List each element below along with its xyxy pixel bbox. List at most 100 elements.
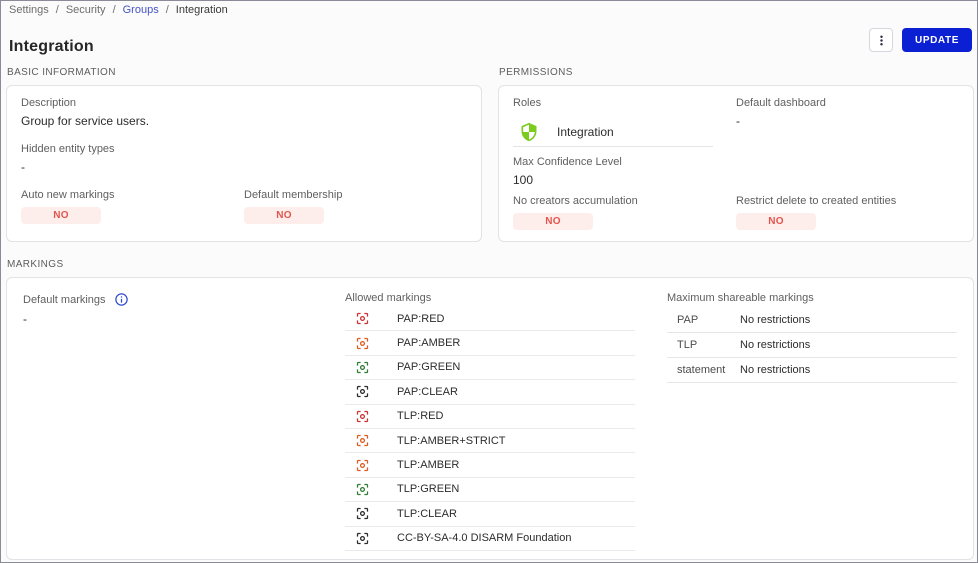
no-creators-accumulation-chip: NO (513, 213, 593, 230)
breadcrumb-settings[interactable]: Settings (9, 4, 49, 16)
max-confidence-field: Max Confidence Level 100 (513, 156, 736, 187)
update-button[interactable]: UPDATE (902, 28, 972, 52)
permissions-grid: Roles Integration Max Confidence Level 1… (513, 97, 959, 230)
default-markings-column: Default markings - (17, 288, 339, 551)
auto-new-markings-chip: NO (21, 207, 101, 224)
shareable-type: statement (667, 364, 740, 376)
page-title: Integration (9, 38, 94, 56)
marking-label: TLP:CLEAR (397, 508, 457, 520)
marking-label: PAP:AMBER (397, 337, 460, 349)
breadcrumb-separator: / (113, 4, 116, 16)
auto-new-markings-label: Auto new markings (21, 189, 244, 201)
description-field: Description Group for service users. (21, 97, 467, 128)
markings-card: Default markings - Allowed markings PAP:… (6, 277, 974, 560)
marking-icon (355, 433, 370, 448)
default-membership-label: Default membership (244, 189, 467, 201)
marking-row: PAP:CLEAR (345, 380, 635, 404)
groups-detail-page: { "breadcrumb": { "settings": "Settings"… (0, 0, 978, 563)
more-options-button[interactable] (869, 28, 893, 52)
marking-icon (355, 384, 370, 399)
allowed-markings-list: PAP:RED PAP:AMBER PAP:GREEN PAP:CLEAR TL… (345, 307, 635, 551)
shield-icon (519, 122, 539, 142)
marking-icon (355, 336, 370, 351)
marking-label: TLP:AMBER+STRICT (397, 435, 506, 447)
hidden-entity-types-value: - (21, 160, 467, 174)
hidden-entity-types-label: Hidden entity types (21, 143, 467, 155)
default-dashboard-label: Default dashboard (736, 97, 959, 109)
auto-new-markings-field: Auto new markings NO (21, 189, 244, 224)
max-confidence-value: 100 (513, 173, 736, 187)
shareable-row: TLP No restrictions (667, 333, 957, 358)
shareable-row: statement No restrictions (667, 358, 957, 383)
marking-label: PAP:CLEAR (397, 386, 458, 398)
marking-row: TLP:CLEAR (345, 502, 635, 526)
marking-row: PAP:AMBER (345, 331, 635, 355)
more-vert-icon (874, 33, 889, 48)
shareable-type: TLP (667, 339, 740, 351)
maximum-shareable-table: PAP No restrictions TLP No restrictions … (667, 308, 957, 383)
role-list-item[interactable]: Integration (513, 118, 713, 147)
marking-icon (355, 458, 370, 473)
marking-icon (355, 506, 370, 521)
marking-label: TLP:RED (397, 410, 443, 422)
marking-row: PAP:RED (345, 307, 635, 331)
markings-section: MARKINGS Default markings - Allowed mark… (6, 259, 974, 560)
default-markings-label: Default markings (23, 294, 106, 306)
default-markings-header: Default markings (23, 292, 333, 307)
marking-row: TLP:AMBER+STRICT (345, 429, 635, 453)
basic-information-card: Description Group for service users. Hid… (6, 85, 482, 242)
marking-icon (355, 482, 370, 497)
marking-label: TLP:GREEN (397, 483, 459, 495)
markings-title: MARKINGS (7, 259, 974, 270)
description-value: Group for service users. (21, 114, 467, 128)
role-name: Integration (557, 125, 614, 139)
basic-information-title: BASIC INFORMATION (7, 67, 482, 78)
no-creators-accumulation-label: No creators accumulation (513, 195, 736, 207)
roles-field: Roles Integration (513, 97, 736, 147)
permissions-right-column: Default dashboard - Restrict delete to c… (736, 97, 959, 230)
no-creators-accumulation-field: No creators accumulation NO (513, 195, 736, 230)
restrict-delete-chip: NO (736, 213, 816, 230)
breadcrumb-separator: / (56, 4, 59, 16)
allowed-markings-label: Allowed markings (345, 292, 655, 304)
marking-icon (355, 531, 370, 546)
default-markings-value: - (23, 312, 333, 326)
breadcrumb-groups-link[interactable]: Groups (123, 4, 159, 16)
default-dashboard-field: Default dashboard - (736, 97, 959, 128)
marking-label: TLP:AMBER (397, 459, 459, 471)
marking-icon (355, 311, 370, 326)
breadcrumb-current: Integration (176, 4, 228, 16)
basic-information-section: BASIC INFORMATION Description Group for … (6, 67, 482, 242)
permissions-left-column: Roles Integration Max Confidence Level 1… (513, 97, 736, 230)
permissions-section: PERMISSIONS Roles Integration Max Confid… (498, 67, 974, 242)
breadcrumb-security[interactable]: Security (66, 4, 106, 16)
info-icon[interactable] (114, 292, 129, 307)
marking-row: TLP:RED (345, 405, 635, 429)
breadcrumb: Settings / Security / Groups / Integrati… (9, 4, 228, 16)
shareable-value: No restrictions (740, 364, 810, 376)
maximum-shareable-label: Maximum shareable markings (667, 292, 957, 304)
marking-label: PAP:RED (397, 313, 444, 325)
hidden-entity-types-field: Hidden entity types - (21, 143, 467, 174)
maximum-shareable-column: Maximum shareable markings PAP No restri… (661, 288, 963, 551)
description-label: Description (21, 97, 467, 109)
marking-row: TLP:GREEN (345, 478, 635, 502)
max-confidence-label: Max Confidence Level (513, 156, 736, 168)
shareable-type: PAP (667, 314, 740, 326)
restrict-delete-field: Restrict delete to created entities NO (736, 195, 959, 230)
marking-row: PAP:GREEN (345, 356, 635, 380)
marking-row: TLP:AMBER (345, 453, 635, 477)
marking-label: CC-BY-SA-4.0 DISARM Foundation (397, 532, 571, 544)
allowed-markings-column: Allowed markings PAP:RED PAP:AMBER PAP:G… (339, 288, 661, 551)
marking-row: CC-BY-SA-4.0 DISARM Foundation (345, 527, 635, 551)
default-membership-field: Default membership NO (244, 189, 467, 224)
restrict-delete-label: Restrict delete to created entities (736, 195, 959, 207)
permissions-card: Roles Integration Max Confidence Level 1… (498, 85, 974, 242)
shareable-value: No restrictions (740, 339, 810, 351)
basic-toggles-row: Auto new markings NO Default membership … (21, 189, 467, 224)
default-dashboard-value: - (736, 114, 959, 128)
shareable-row: PAP No restrictions (667, 308, 957, 333)
marking-label: PAP:GREEN (397, 361, 460, 373)
marking-icon (355, 360, 370, 375)
shareable-value: No restrictions (740, 314, 810, 326)
